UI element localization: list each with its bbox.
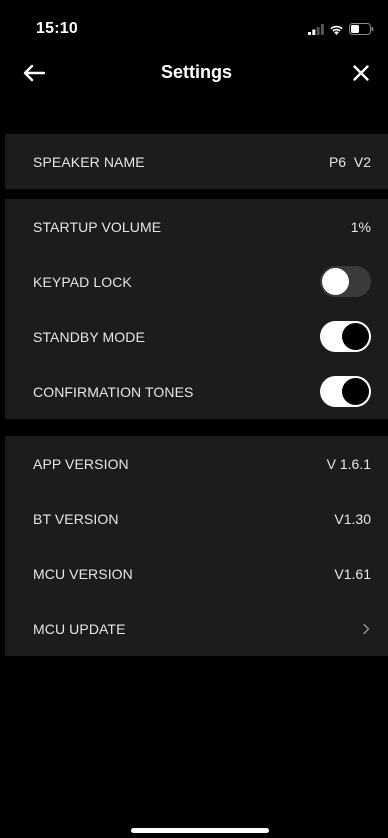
bt-version-value: V1.30 <box>334 510 371 527</box>
mcu-version-value: V1.61 <box>334 565 371 582</box>
confirmation-tones-toggle[interactable] <box>320 376 371 407</box>
confirmation-tones-label: CONFIRMATION TONES <box>33 383 194 400</box>
standby-mode-toggle[interactable] <box>320 321 371 352</box>
bt-version-row: BT VERSION V1.30 <box>5 491 388 546</box>
confirmation-tones-row: CONFIRMATION TONES <box>5 364 388 419</box>
signal-icon <box>308 23 324 35</box>
app-version-value: V 1.6.1 <box>326 455 371 472</box>
toggle-knob <box>342 323 369 350</box>
speaker-name-label: SPEAKER NAME <box>33 153 145 170</box>
mcu-update-row[interactable]: MCU UPDATE <box>5 601 388 656</box>
toggle-knob <box>342 378 369 405</box>
speaker-name-row[interactable]: SPEAKER NAME P6 V2 <box>5 134 388 189</box>
bt-version-label: BT VERSION <box>33 510 119 527</box>
toggle-knob <box>322 268 349 295</box>
keypad-lock-label: KEYPAD LOCK <box>33 273 132 290</box>
standby-mode-label: STANDBY MODE <box>33 328 145 345</box>
mcu-update-label: MCU UPDATE <box>33 620 126 637</box>
page-title: Settings <box>160 62 232 82</box>
status-icons <box>308 22 374 36</box>
settings-section: STARTUP VOLUME 1% KEYPAD LOCK STANDBY MO… <box>5 199 388 419</box>
status-bar: 15:10 <box>5 0 388 48</box>
settings-screen: 15:10 Settings SPEAKER NAME P6 V2 STARTU… <box>5 0 388 838</box>
close-icon <box>353 65 369 81</box>
startup-volume-label: STARTUP VOLUME <box>33 218 162 235</box>
wifi-icon <box>330 25 343 35</box>
startup-volume-row[interactable]: STARTUP VOLUME 1% <box>5 199 388 254</box>
keypad-lock-row: KEYPAD LOCK <box>5 254 388 309</box>
nav-bar: Settings <box>5 48 388 100</box>
speaker-name-value: P6 V2 <box>328 153 371 170</box>
speaker-section: SPEAKER NAME P6 V2 <box>5 134 388 189</box>
mcu-version-label: MCU VERSION <box>33 565 133 582</box>
startup-volume-value: 1% <box>350 218 371 235</box>
phone-frame: 15:10 Settings SPEAKER NAME P6 V2 STARTU… <box>0 0 388 838</box>
home-indicator <box>131 828 269 833</box>
keypad-lock-toggle[interactable] <box>320 266 371 297</box>
battery-icon <box>349 23 374 35</box>
info-section: APP VERSION V 1.6.1 BT VERSION V1.30 MCU… <box>5 436 388 656</box>
chevron-right-icon <box>361 622 371 636</box>
app-version-row: APP VERSION V 1.6.1 <box>5 436 388 491</box>
close-button[interactable] <box>346 58 376 88</box>
standby-mode-row: STANDBY MODE <box>5 309 388 364</box>
app-version-label: APP VERSION <box>33 455 129 472</box>
status-time: 15:10 <box>36 20 78 37</box>
mcu-version-row: MCU VERSION V1.61 <box>5 546 388 601</box>
